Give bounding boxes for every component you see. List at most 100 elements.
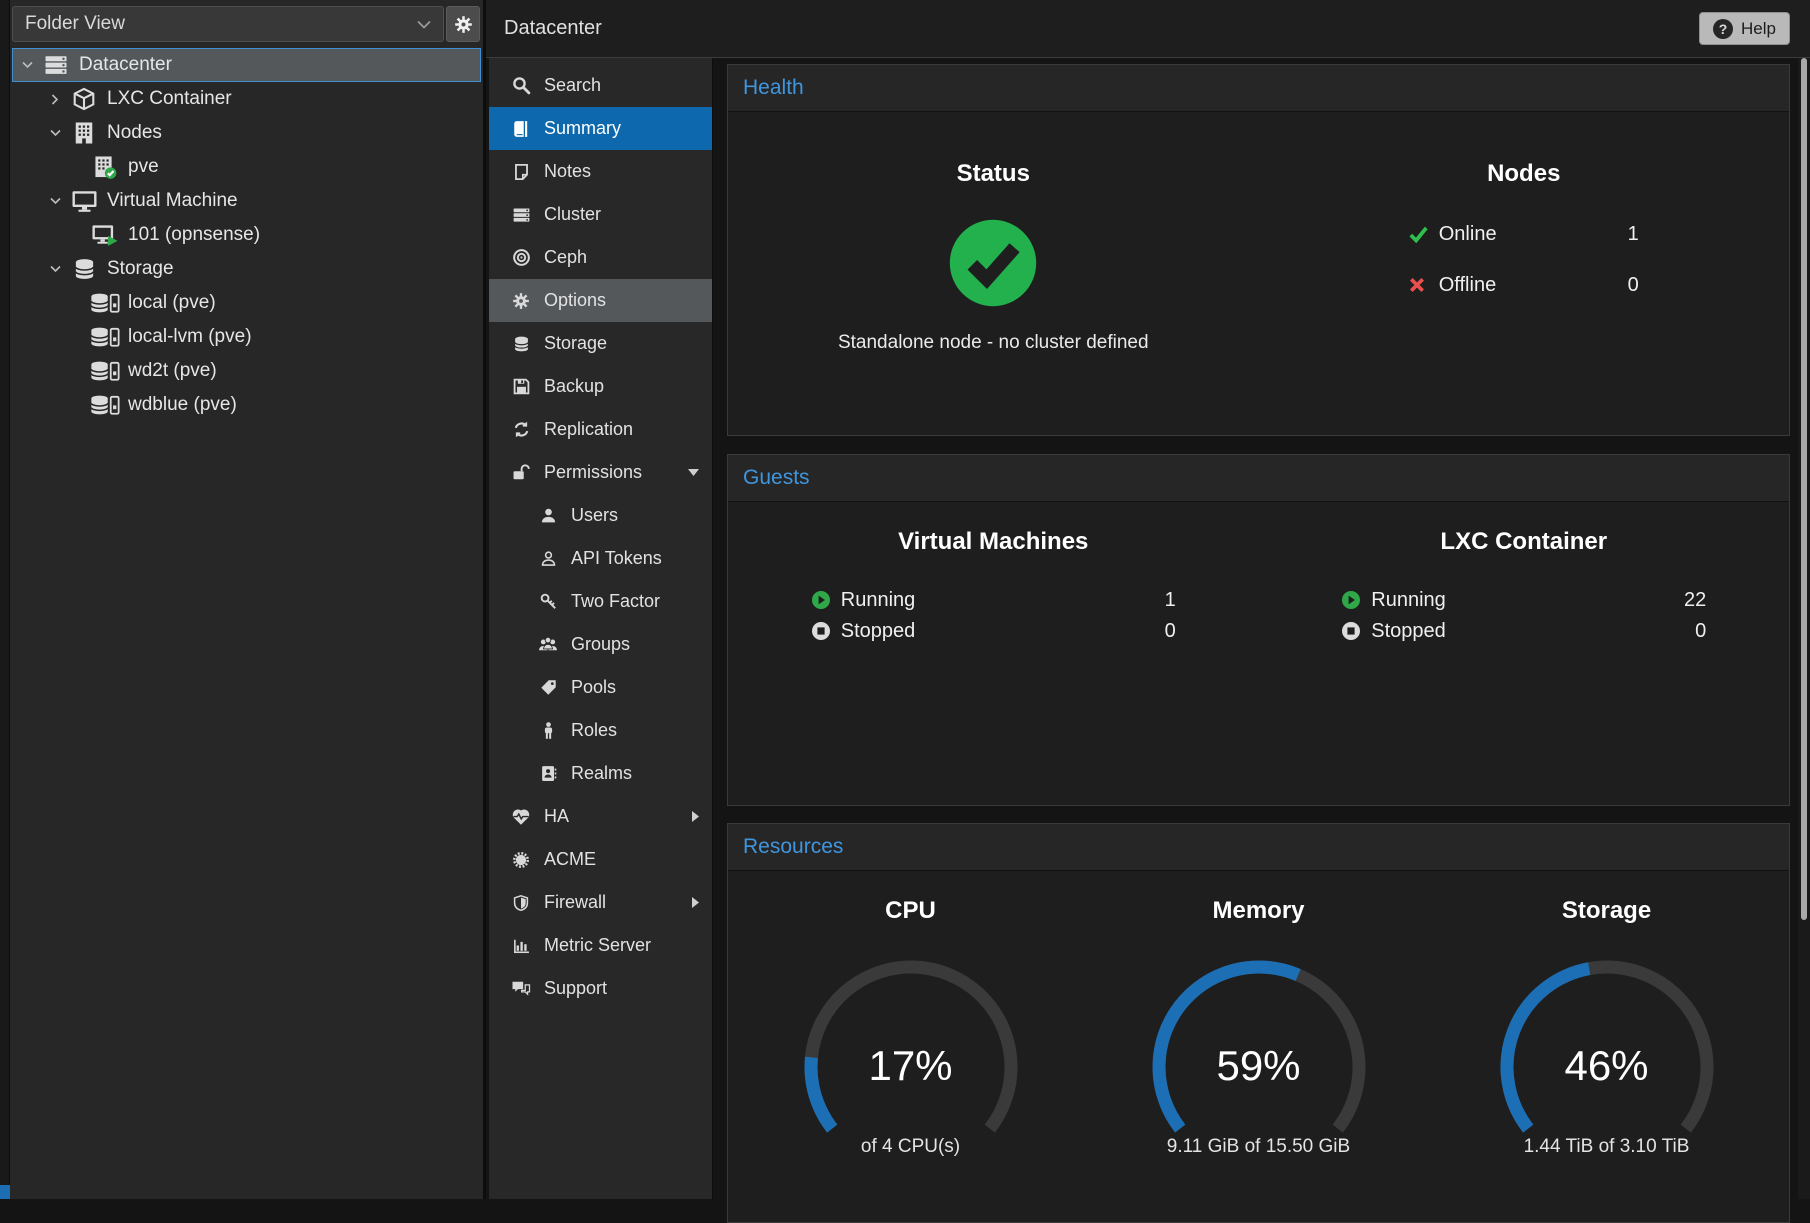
question-icon: ? (1713, 19, 1733, 39)
tree-item-virtual-machine[interactable]: Virtual Machine (12, 184, 481, 218)
lxc-running-value: 22 (1684, 589, 1706, 612)
menu-item-summary[interactable]: Summary (489, 107, 712, 150)
chevron-down-icon[interactable] (688, 469, 699, 476)
status-heading: Status (957, 160, 1030, 188)
menu-item-search[interactable]: Search (489, 64, 712, 107)
menu-item-cluster[interactable]: Cluster (489, 193, 712, 236)
nodes-column: Nodes Online 1 Offline 0 (1259, 112, 1790, 354)
resource-tree-panel: Folder View (10, 0, 486, 1199)
tree-settings-button[interactable] (446, 6, 480, 42)
menu-item-label: Support (544, 978, 607, 999)
bar-chart-icon (509, 937, 533, 954)
menu-item-backup[interactable]: Backup (489, 365, 712, 408)
page-title: Datacenter (504, 17, 602, 40)
tree-item-storage[interactable]: Storage (12, 252, 481, 286)
menu-item-ha[interactable]: HA (489, 795, 712, 838)
lxc-running-label: Running (1371, 589, 1446, 612)
database-icon (509, 335, 533, 353)
menu-item-label: Two Factor (571, 591, 660, 612)
nodes-online-value: 1 (1628, 223, 1639, 246)
content-header: Datacenter ? Help (486, 0, 1810, 58)
content-scrollbar[interactable] (1798, 58, 1810, 1199)
unlock-icon (509, 464, 533, 481)
health-panel-header: Health (728, 65, 1789, 112)
tree-item-vm-101[interactable]: 101 (opnsense) (12, 218, 481, 252)
menu-item-realms[interactable]: Realms (489, 752, 712, 795)
stopped-icon (811, 621, 835, 641)
health-panel-title: Health (743, 76, 804, 100)
cube-icon (69, 87, 99, 111)
tree-item-datacenter[interactable]: Datacenter (12, 48, 481, 82)
vm-running-label: Running (841, 589, 916, 612)
menu-item-label: Replication (544, 419, 633, 440)
menu-item-api-tokens[interactable]: API Tokens (489, 537, 712, 580)
tree-item-label: Virtual Machine (107, 190, 238, 212)
chevron-down-icon[interactable] (47, 265, 63, 273)
scrollbar-thumb[interactable] (1801, 58, 1807, 920)
person-icon (536, 722, 560, 739)
menu-item-metric-server[interactable]: Metric Server (489, 924, 712, 967)
book-icon (509, 120, 533, 138)
gear-icon (454, 15, 473, 34)
memory-gauge: Memory 59% 9.11 GiB of 15.50 GiB (1139, 871, 1379, 1158)
lxc-running-row: Running 22 (1341, 590, 1706, 610)
status-ok-icon (948, 218, 1038, 308)
cpu-gauge-percent: 17% (791, 1042, 1031, 1090)
heartbeat-icon (509, 808, 533, 826)
menu-item-users[interactable]: Users (489, 494, 712, 537)
tree-item-pve[interactable]: pve (12, 150, 481, 184)
lxc-container-column: LXC Container Running 22 Stopped (1259, 502, 1790, 641)
view-mode-select[interactable]: Folder View (12, 6, 444, 42)
menu-item-label: Notes (544, 161, 591, 182)
database-icon (69, 257, 99, 281)
menu-item-ceph[interactable]: Ceph (489, 236, 712, 279)
cpu-gauge: CPU 17% of 4 CPU(s) (791, 871, 1031, 1158)
nodes-offline-value: 0 (1628, 274, 1639, 297)
tree-item-storage-wd2t[interactable]: wd2t (pve) (12, 354, 481, 388)
health-panel: Health Status Standalone node - no clust… (727, 64, 1790, 436)
menu-item-pools[interactable]: Pools (489, 666, 712, 709)
guests-panel: Guests Virtual Machines Running 1 (727, 454, 1790, 806)
chevron-down-icon[interactable] (47, 129, 63, 137)
menu-item-two-factor[interactable]: Two Factor (489, 580, 712, 623)
database-drive-icon (90, 393, 120, 417)
tree-item-storage-local-lvm[interactable]: local-lvm (pve) (12, 320, 481, 354)
menu-item-replication[interactable]: Replication (489, 408, 712, 451)
menu-item-roles[interactable]: Roles (489, 709, 712, 752)
cpu-gauge-arc (791, 937, 1031, 1142)
chevron-right-icon[interactable] (47, 94, 63, 105)
chevron-down-icon[interactable] (47, 197, 63, 205)
chevron-right-icon[interactable] (692, 897, 699, 908)
help-button[interactable]: ? Help (1699, 12, 1790, 45)
menu-item-permissions[interactable]: Permissions (489, 451, 712, 494)
seal-icon (509, 851, 533, 869)
menu-item-notes[interactable]: Notes (489, 150, 712, 193)
tag-icon (536, 679, 560, 696)
collapsed-panel-tab[interactable] (0, 1185, 10, 1199)
tree-item-lxc-container[interactable]: LXC Container (12, 82, 481, 116)
menu-item-label: Groups (571, 634, 630, 655)
tree-item-storage-wdblue[interactable]: wdblue (pve) (12, 388, 481, 422)
lxc-stopped-value: 0 (1695, 620, 1706, 643)
chevron-right-icon[interactable] (692, 811, 699, 822)
menu-item-groups[interactable]: Groups (489, 623, 712, 666)
menu-item-label: Ceph (544, 247, 587, 268)
resources-panel-title: Resources (743, 835, 843, 859)
storage-gauge: Storage 46% 1.44 TiB of 3.10 TiB (1487, 871, 1727, 1158)
building-icon (69, 121, 99, 145)
menu-item-label: HA (544, 806, 569, 827)
datacenter-menu: Search Summary Notes Cluster Ceph (489, 58, 713, 1199)
check-icon (1409, 226, 1433, 243)
storage-gauge-percent: 46% (1487, 1042, 1727, 1090)
cpu-gauge-title: CPU (885, 897, 936, 925)
menu-item-acme[interactable]: ACME (489, 838, 712, 881)
monitor-icon (69, 189, 99, 213)
resources-panel: Resources CPU 17% of 4 CPU(s) Memory (727, 823, 1790, 1223)
menu-item-support[interactable]: Support (489, 967, 712, 1010)
menu-item-firewall[interactable]: Firewall (489, 881, 712, 924)
menu-item-storage[interactable]: Storage (489, 322, 712, 365)
menu-item-options[interactable]: Options (489, 279, 712, 322)
chevron-down-icon[interactable] (19, 61, 35, 69)
tree-item-nodes[interactable]: Nodes (12, 116, 481, 150)
tree-item-storage-local[interactable]: local (pve) (12, 286, 481, 320)
